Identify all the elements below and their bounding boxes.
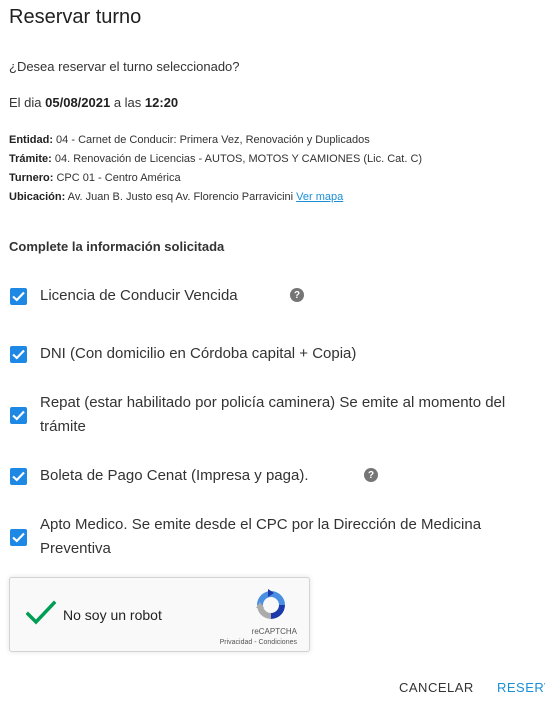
question-circle-icon[interactable]: ? [364, 468, 378, 482]
reserve-dialog: Reservar turno ¿Desea reservar el turno … [0, 0, 545, 704]
detail-turnero: Turnero: CPC 01 - Centro América [9, 169, 422, 188]
detail-tramite: Trámite: 04. Renovación de Licencias - A… [9, 150, 422, 169]
requirement-label: Boleta de Pago Cenat (Impresa y paga). [40, 467, 309, 484]
reserve-button[interactable]: RESERVAR [497, 680, 545, 695]
entidad-value: 04 - Carnet de Conducir: Primera Vez, Re… [53, 134, 370, 146]
appointment-details: Entidad: 04 - Carnet de Conducir: Primer… [9, 131, 422, 207]
tramite-value: 04. Renovación de Licencias - AUTOS, MOT… [51, 153, 423, 165]
requirement-label: Repat (estar habilitado por policía cami… [40, 394, 506, 435]
requirement-label: Apto Medico. Se emite desde el CPC por l… [40, 516, 482, 557]
checkmark-icon [12, 291, 25, 302]
ubicacion-value: Av. Juan B. Justo esq Av. Florencio Parr… [65, 191, 297, 203]
requirement-label: DNI (Con domicilio en Córdoba capital + … [40, 345, 357, 362]
recaptcha-label: No soy un robot [63, 607, 162, 623]
requirement-checkbox[interactable] [10, 407, 27, 424]
requirement-item: Licencia de Conducir Vencida [10, 286, 530, 308]
appointment-date: 05/08/2021 [45, 95, 111, 110]
entidad-label: Entidad: [9, 134, 53, 146]
date-prefix: El dia [9, 95, 46, 110]
requirement-item: Boleta de Pago Cenat (Impresa y paga). [10, 466, 530, 488]
detail-entidad: Entidad: 04 - Carnet de Conducir: Primer… [9, 131, 422, 150]
checkmark-icon [12, 532, 25, 543]
recaptcha-widget: No soy un robot reCAPTCHA Privacidad - C… [9, 577, 310, 652]
requirement-label: Licencia de Conducir Vencida [40, 287, 238, 304]
checkmark-icon [12, 410, 25, 421]
question-circle-icon[interactable]: ? [290, 288, 304, 302]
recaptcha-links[interactable]: Privacidad - Condiciones [220, 639, 297, 646]
checkmark-icon [12, 349, 25, 360]
requirement-checkbox[interactable] [10, 288, 27, 305]
cancel-button[interactable]: CANCELAR [399, 680, 474, 695]
recaptcha-checkmark-icon[interactable] [26, 600, 56, 626]
tramite-label: Trámite: [9, 153, 52, 165]
requirement-item: Apto Medico. Se emite desde el CPC por l… [10, 515, 530, 561]
time-prefix: a las [110, 95, 145, 110]
requirement-checkbox[interactable] [10, 468, 27, 485]
confirm-question: ¿Desea reservar el turno seleccionado? [9, 59, 240, 74]
map-link[interactable]: Ver mapa [296, 191, 343, 203]
turnero-value: CPC 01 - Centro América [53, 172, 181, 184]
detail-ubicacion: Ubicación: Av. Juan B. Justo esq Av. Flo… [9, 188, 422, 207]
checkmark-icon [12, 471, 25, 482]
recaptcha-brand: reCAPTCHA [251, 627, 297, 636]
appointment-datetime: El dia 05/08/2021 a las 12:20 [9, 95, 178, 110]
requirement-checkbox[interactable] [10, 346, 27, 363]
requirement-item: DNI (Con domicilio en Córdoba capital + … [10, 344, 530, 366]
turnero-label: Turnero: [9, 172, 54, 184]
requirement-checkbox[interactable] [10, 529, 27, 546]
ubicacion-label: Ubicación: [9, 191, 66, 203]
dialog-title: Reservar turno [9, 6, 142, 28]
recaptcha-logo-icon [256, 589, 285, 619]
appointment-time: 12:20 [144, 95, 179, 110]
requirements-title: Complete la información solicitada [9, 239, 225, 254]
requirement-item: Repat (estar habilitado por policía cami… [10, 393, 530, 439]
